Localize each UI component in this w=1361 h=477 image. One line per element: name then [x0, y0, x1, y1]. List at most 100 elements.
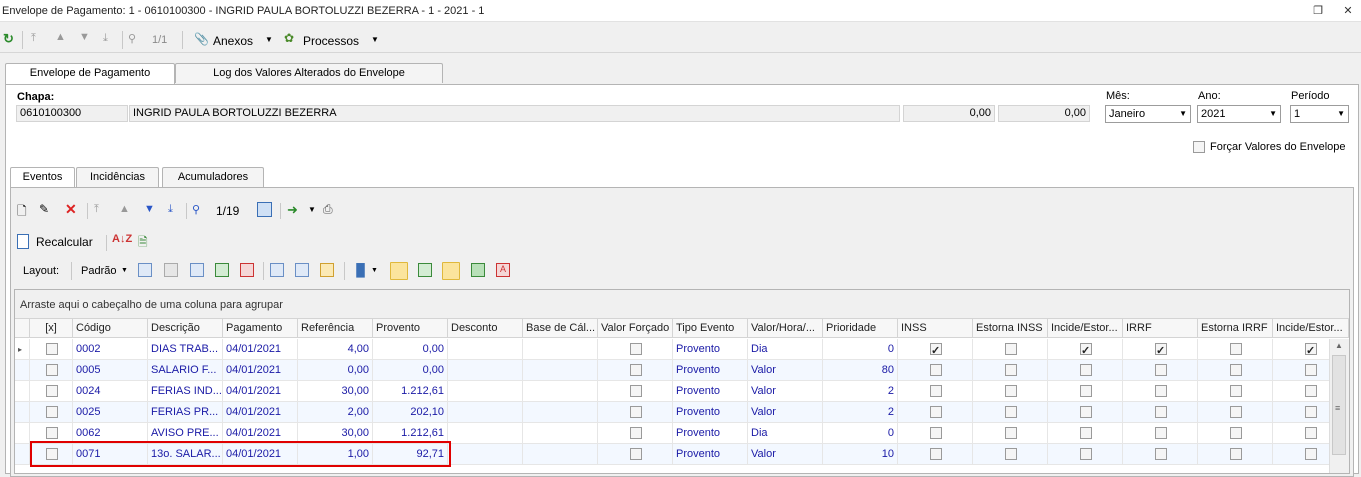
first-record-icon[interactable]: ⤒ — [94, 203, 99, 216]
empty-cell[interactable] — [523, 423, 598, 444]
checkbox[interactable] — [1155, 341, 1167, 360]
valor2-field[interactable]: 0,00 — [998, 105, 1090, 122]
empty-cell[interactable] — [448, 339, 523, 360]
column-header[interactable]: Descrição — [148, 319, 223, 337]
layout-dropdown[interactable]: Padrão — [81, 265, 116, 277]
binoculars-icon[interactable]: ⚲ — [192, 203, 200, 216]
checkbox-cell[interactable] — [1198, 444, 1273, 465]
sort-az-icon[interactable]: A↓Z — [112, 233, 132, 245]
descricao-cell[interactable]: FERIAS IND... — [148, 381, 223, 402]
checkbox[interactable] — [930, 364, 942, 376]
vh-cell[interactable]: Valor — [748, 381, 823, 402]
forcar-checkbox[interactable] — [1193, 141, 1205, 153]
vertical-scrollbar[interactable]: ▲ ≡ — [1329, 339, 1349, 473]
checkbox-cell[interactable] — [973, 423, 1048, 444]
checkbox[interactable] — [630, 385, 642, 397]
first-record-icon[interactable]: ⤒ — [31, 32, 36, 45]
row-indicator[interactable] — [15, 423, 30, 444]
row-indicator[interactable] — [15, 381, 30, 402]
chart-icon[interactable]: ▐▌ — [352, 263, 369, 277]
column-header[interactable]: INSS — [898, 319, 973, 337]
vh-cell[interactable]: Valor — [748, 360, 823, 381]
codigo-cell[interactable]: 0002 — [73, 339, 148, 360]
checkbox-cell[interactable] — [1123, 339, 1198, 360]
provento-cell[interactable]: 0,00 — [373, 360, 448, 381]
tipo-cell[interactable]: Provento — [673, 402, 748, 423]
checkbox[interactable] — [46, 364, 58, 376]
checkbox[interactable] — [1005, 343, 1017, 355]
select-checkbox-cell[interactable] — [30, 381, 73, 402]
select-checkbox-cell[interactable] — [30, 339, 73, 360]
filter-icon[interactable] — [270, 263, 284, 277]
checkbox-cell[interactable] — [973, 381, 1048, 402]
checkbox-cell[interactable] — [1123, 402, 1198, 423]
vh-cell[interactable]: Valor — [748, 402, 823, 423]
checkbox[interactable] — [1230, 385, 1242, 397]
checkbox[interactable] — [1005, 364, 1017, 376]
column-header[interactable]: Referência — [298, 319, 373, 337]
view-toggle-1[interactable] — [390, 262, 408, 280]
empty-cell[interactable] — [448, 381, 523, 402]
pagamento-cell[interactable]: 04/01/2021 — [223, 381, 298, 402]
checkbox[interactable] — [1005, 427, 1017, 439]
empty-cell[interactable] — [523, 339, 598, 360]
checkbox[interactable] — [1155, 406, 1167, 418]
column-header[interactable]: Valor Forçado — [598, 319, 673, 337]
row-indicator[interactable] — [15, 360, 30, 381]
column-header[interactable]: [x] — [30, 319, 73, 337]
ano-select[interactable]: 2021 ▼ — [1197, 105, 1281, 123]
empty-cell[interactable] — [448, 444, 523, 465]
close-icon[interactable]: ✕ — [1340, 3, 1356, 19]
descricao-cell[interactable]: DIAS TRAB... — [148, 339, 223, 360]
select-checkbox-cell[interactable] — [30, 360, 73, 381]
chevron-down-icon[interactable]: ▼ — [371, 267, 378, 274]
tab-incidencias[interactable]: Incidências — [76, 167, 159, 187]
referencia-cell[interactable]: 0,00 — [298, 360, 373, 381]
checkbox-cell[interactable] — [1048, 360, 1123, 381]
scroll-up-icon[interactable]: ▲ — [1335, 341, 1343, 350]
vh-cell[interactable]: Dia — [748, 339, 823, 360]
empty-cell[interactable] — [448, 423, 523, 444]
prioridade-cell[interactable]: 2 — [823, 402, 898, 423]
provento-cell[interactable]: 0,00 — [373, 339, 448, 360]
tipo-cell[interactable]: Provento — [673, 423, 748, 444]
empty-cell[interactable] — [523, 444, 598, 465]
column-header[interactable]: Código — [73, 319, 148, 337]
checkbox-cell[interactable] — [1198, 423, 1273, 444]
checkbox[interactable] — [630, 448, 642, 460]
table-row[interactable]: 0025 FERIAS PR... 04/01/2021 2,00 202,10 Prov… — [15, 402, 1349, 423]
pagamento-cell[interactable]: 04/01/2021 — [223, 360, 298, 381]
checkbox[interactable] — [930, 406, 942, 418]
checkbox-cell[interactable] — [898, 360, 973, 381]
column-header[interactable]: Estorna INSS — [973, 319, 1048, 337]
checkbox-cell[interactable] — [598, 381, 673, 402]
checkbox-cell[interactable] — [1198, 402, 1273, 423]
column-header[interactable]: Pagamento — [223, 319, 298, 337]
column-header[interactable]: Tipo Evento — [673, 319, 748, 337]
checkbox[interactable] — [1080, 341, 1092, 360]
checkbox[interactable] — [46, 406, 58, 418]
chevron-down-icon[interactable]: ▼ — [121, 267, 128, 274]
tab-acumuladores[interactable]: Acumuladores — [162, 167, 264, 187]
checkbox[interactable] — [1005, 406, 1017, 418]
prioridade-cell[interactable]: 10 — [823, 444, 898, 465]
table-row[interactable]: 0005 SALARIO F... 04/01/2021 0,00 0,00 Proven… — [15, 360, 1349, 381]
layout-up-icon[interactable] — [240, 263, 254, 277]
checkbox[interactable] — [46, 385, 58, 397]
binoculars-icon[interactable]: ⚲ — [128, 32, 136, 45]
empty-cell[interactable] — [523, 360, 598, 381]
empty-cell[interactable] — [523, 381, 598, 402]
column-header[interactable]: Incide/Estor... — [1273, 319, 1349, 337]
grid-view-icon[interactable] — [257, 202, 272, 217]
nome-field[interactable]: INGRID PAULA BORTOLUZZI BEZERRA — [129, 105, 900, 122]
next-record-icon[interactable]: ▼ — [144, 203, 155, 215]
checkbox[interactable] — [1230, 343, 1242, 355]
checkbox-cell[interactable] — [598, 423, 673, 444]
descricao-cell[interactable]: FERIAS PR... — [148, 402, 223, 423]
checkbox[interactable] — [1230, 448, 1242, 460]
checkbox-cell[interactable] — [898, 381, 973, 402]
checkbox[interactable] — [1155, 364, 1167, 376]
chapa-field[interactable]: 0610100300 — [16, 105, 128, 122]
checkbox[interactable] — [930, 385, 942, 397]
processos-menu[interactable]: Processos — [303, 34, 359, 48]
